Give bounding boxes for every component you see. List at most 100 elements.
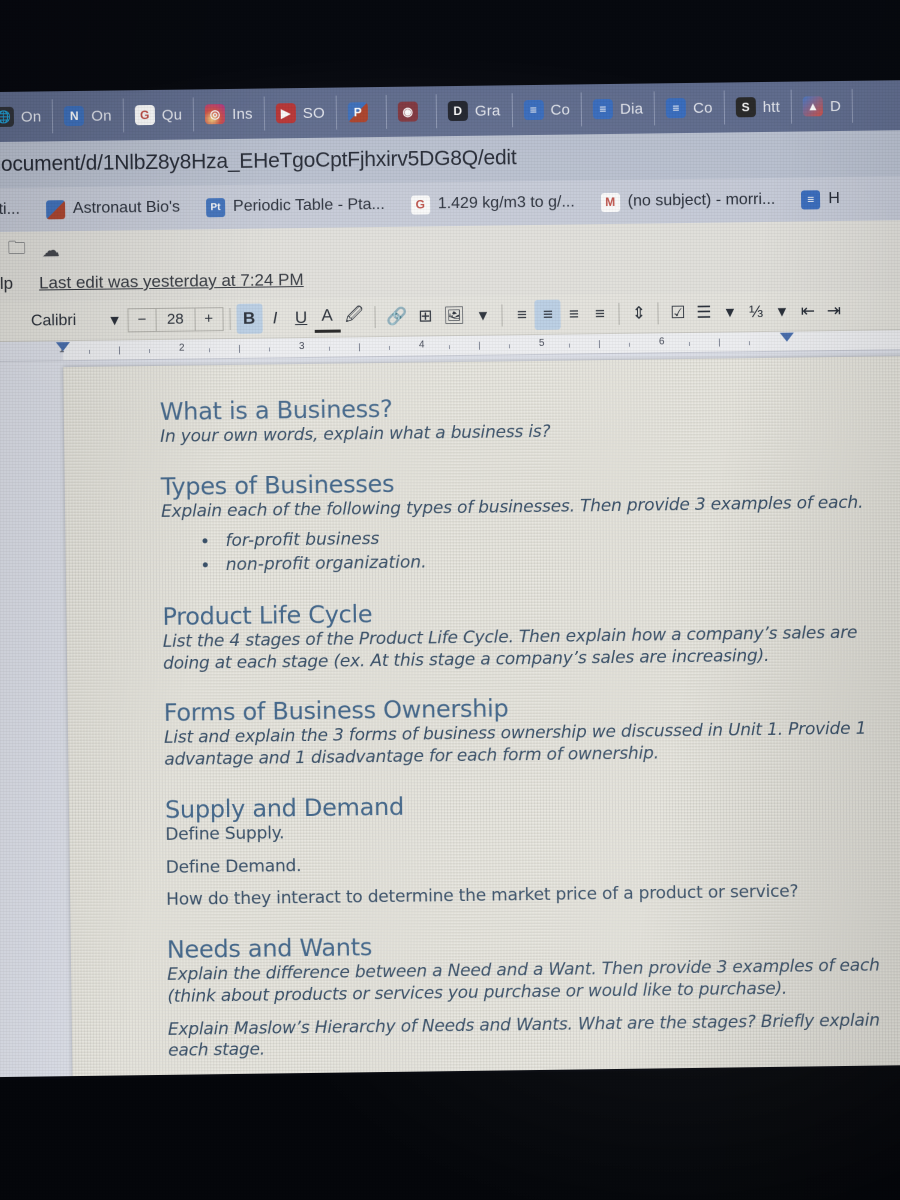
ruler-number: 6 [658, 336, 665, 348]
align-center-icon[interactable]: ≡ [534, 299, 562, 330]
url-text: m/document/d/1NlbZ8y8Hza_EHeTgoCptFjhxir… [0, 146, 517, 177]
section-paragraph: List and explain the 3 forms of business… [163, 718, 867, 770]
browser-tab[interactable]: N On [53, 98, 124, 134]
ruler-number: 3 [298, 341, 305, 353]
bookmark-label: Astronaut Bio's [72, 198, 181, 218]
insert-image-icon[interactable]: 🖼 [438, 300, 470, 330]
browser-tab[interactable]: P [336, 94, 388, 130]
browser-tab[interactable]: ▲ D [791, 88, 854, 124]
bulleted-list-chevron-icon[interactable]: ▾ [717, 297, 743, 327]
document-page[interactable]: What is a Business? In your own words, e… [63, 355, 900, 1078]
tab-label: Ins [232, 105, 253, 123]
bookmark-label: Periodic Table - Pta... [232, 195, 385, 215]
numbered-list-chevron-icon[interactable]: ▾ [769, 296, 795, 326]
section-bullet-list: for-profit business non-profit organizat… [219, 520, 900, 578]
font-size-input[interactable]: 28 [155, 307, 196, 331]
bookmark-item[interactable]: Astronaut Bio's [33, 198, 193, 219]
doc-section: Types of Businesses Explain each of the … [161, 463, 900, 579]
font-family-chevron-icon[interactable]: ▾ [101, 305, 127, 335]
browser-tab[interactable]: ◎ Ins [193, 96, 266, 132]
target-icon: ◉ [397, 101, 418, 122]
left-indent-marker[interactable] [55, 342, 70, 352]
link-icon[interactable]: 🔗 [381, 301, 413, 331]
bold-button[interactable]: B [235, 303, 263, 334]
google-docs-icon: ≡ [665, 98, 687, 119]
underline-button[interactable]: U [288, 302, 314, 332]
bookmark-item[interactable]: icati... [0, 201, 33, 220]
instagram-icon: ◎ [205, 104, 226, 125]
browser-tab[interactable]: G Qu [123, 97, 195, 133]
ruler-number: 5 [538, 337, 545, 349]
globe-icon: 🌐 [0, 106, 15, 128]
text-color-button[interactable]: A [313, 302, 341, 333]
menu-item-help[interactable]: Help [0, 274, 13, 294]
font-size-stepper[interactable]: − 28 + [127, 306, 224, 332]
increase-font-size-button[interactable]: + [195, 308, 222, 330]
add-comment-icon[interactable]: ⊞ [412, 301, 438, 331]
toolbar-divider [618, 302, 621, 325]
browser-tab[interactable]: ≡ Dia [581, 91, 656, 127]
toolbar-divider [501, 303, 504, 326]
bookmark-label: (no subject) - morri... [627, 190, 776, 210]
bookmark-item[interactable]: ≡ H [788, 189, 853, 209]
move-to-folder-icon[interactable]: 🗀 [8, 236, 26, 266]
doc-section: Forms of Business Ownership List and exp… [164, 689, 900, 771]
highlighter-icon[interactable]: 🖉 [340, 302, 369, 332]
tab-label: Gra [474, 101, 501, 120]
chromebook-screen-photo: 🌐 On N On G Qu ◎ Ins ▶ SO P ◉ D Gra ≡ Co… [0, 0, 900, 1200]
browser-tab[interactable]: 🌐 On [0, 99, 54, 135]
bookmark-item[interactable]: Pt Periodic Table - Pta... [193, 195, 398, 217]
browser-tab[interactable]: ≡ Co [654, 90, 725, 126]
doc-section: Product Life Cycle List the 4 stages of … [162, 593, 900, 675]
tab-label: SO [302, 104, 325, 122]
italic-button[interactable]: I [262, 303, 288, 333]
google-g-icon: G [134, 104, 155, 126]
schoology-icon: S [735, 97, 756, 118]
tab-label: Qu [161, 106, 183, 124]
google-docs-icon: ≡ [523, 99, 544, 121]
right-indent-marker[interactable] [779, 332, 794, 342]
bookmark-label: H [828, 189, 840, 208]
bookmark-label: icati... [0, 200, 21, 219]
tab-label: Co [693, 99, 713, 117]
font-family-selector[interactable]: Calibri [5, 311, 101, 330]
align-right-icon[interactable]: ≡ [561, 299, 587, 329]
browser-tab[interactable]: D Gra [436, 93, 513, 129]
bulleted-list-icon[interactable]: ☰ [691, 297, 717, 327]
toolbar-divider [657, 301, 660, 324]
cloud-saved-icon[interactable]: ☁ [42, 240, 60, 261]
doc-section: Needs and Wants Explain the difference b… [167, 926, 900, 1063]
browser-tab[interactable]: ≡ Co [512, 92, 583, 128]
youtube-icon: ▶ [275, 103, 296, 124]
checklist-icon[interactable]: ☑ [665, 297, 691, 327]
line-spacing-icon[interactable]: ⇕ [626, 298, 652, 328]
dictionary-icon: D [447, 100, 468, 122]
gmail-icon: M [600, 192, 620, 212]
doc-section: What is a Business? In your own words, e… [160, 388, 900, 448]
decrease-indent-icon[interactable]: ⇤ [795, 296, 821, 326]
align-left-icon[interactable]: ≡ [509, 299, 535, 329]
google-drive-icon: ▲ [802, 96, 824, 117]
bookmark-item[interactable]: G 1.429 kg/m3 to g/... [398, 193, 588, 215]
google-docs-app: ☆ 🗀 ☁ Help Last edit was yesterday at 7:… [0, 219, 900, 1078]
decrease-font-size-button[interactable]: − [128, 308, 155, 330]
toolbar-divider [228, 307, 231, 330]
image-chevron-icon[interactable]: ▾ [470, 300, 496, 330]
bookmark-item[interactable]: M (no subject) - morri... [588, 190, 789, 212]
toolbar-divider [374, 305, 376, 328]
browser-tab[interactable]: S htt [724, 89, 793, 125]
last-edit-status[interactable]: Last edit was yesterday at 7:24 PM [39, 270, 304, 293]
doc-section: Supply and Demand Define Supply. Define … [165, 786, 900, 912]
bookmark-label: 1.429 kg/m3 to g/... [437, 193, 575, 213]
tab-label: Co [550, 101, 571, 119]
section-paragraph: Explain Maslow’s Hierarchy of Needs and … [167, 1010, 880, 1062]
numbered-list-icon[interactable]: ⅓ [743, 296, 769, 326]
browser-tab[interactable]: ◉ [386, 94, 438, 129]
tab-label: On [91, 107, 112, 125]
tab-label: Dia [619, 100, 644, 118]
increase-indent-icon[interactable]: ⇥ [821, 295, 847, 325]
browser-tab[interactable]: ▶ SO [264, 95, 338, 131]
section-paragraph: List the 4 stages of the Product Life Cy… [162, 622, 858, 674]
windows-grid-icon [45, 199, 66, 219]
align-justify-icon[interactable]: ≡ [587, 298, 613, 328]
